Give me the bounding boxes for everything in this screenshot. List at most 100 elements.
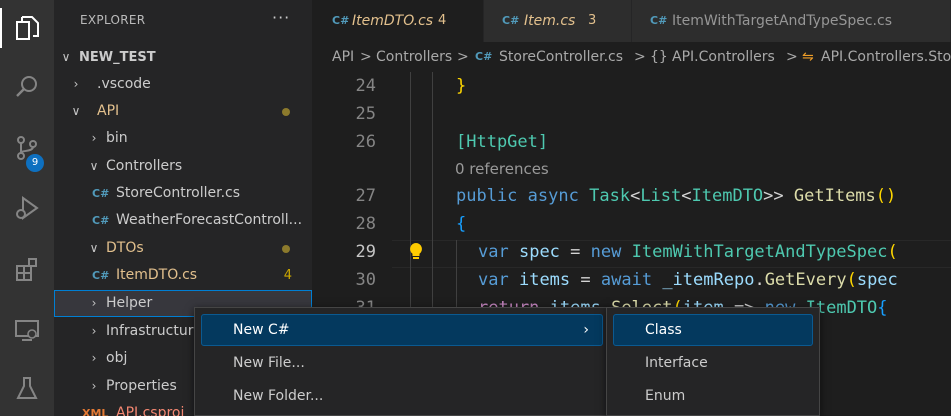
chevron-down-icon: ∨	[71, 104, 81, 118]
tab-itemdto[interactable]: C# ItemDTO.cs 4	[312, 0, 484, 42]
tree-item-label: .vscode	[97, 76, 151, 92]
tab-problem-count: 3	[588, 13, 597, 28]
code-line: var items = await _itemRepo.GetEvery(spe…	[478, 270, 898, 290]
csharp-file-icon: C#	[92, 187, 110, 200]
chevron-right-icon: ›	[91, 296, 97, 310]
csharp-file-icon: C#	[650, 14, 668, 27]
tree-item-label: Helper	[106, 295, 153, 311]
tab-item[interactable]: C# Item.cs 3	[484, 0, 632, 42]
csharp-file-icon: C#	[92, 214, 110, 227]
csharp-file-icon: C#	[92, 269, 110, 282]
problem-count: 4	[283, 268, 292, 283]
xml-file-icon: XML	[82, 407, 109, 416]
chevron-down-icon: ∨	[89, 159, 99, 173]
menu-item-new-file[interactable]: New File...	[201, 347, 603, 379]
tree-item-label: ItemDTO.cs	[116, 267, 198, 283]
extensions-icon[interactable]	[0, 246, 54, 294]
tree-item-api[interactable]: ∨ API	[54, 98, 312, 125]
tree-item-label: obj	[106, 350, 128, 366]
csharp-file-icon: C#	[502, 14, 520, 27]
menu-item-class[interactable]: Class	[613, 314, 813, 346]
search-icon[interactable]	[0, 63, 54, 111]
line-number: 28	[355, 214, 376, 234]
breadcrumb-separator: >	[457, 49, 469, 65]
chevron-right-icon: ›	[91, 351, 97, 365]
tree-item-weatherforecastcontroller[interactable]: C# WeatherForecastControll...	[54, 207, 312, 234]
line-number: 30	[355, 270, 376, 290]
code-line: {	[456, 214, 467, 234]
tree-item-label: Infrastructur	[106, 323, 194, 339]
tab-label: Item.cs	[524, 13, 576, 29]
tree-item-label: DTOs	[106, 240, 144, 256]
tab-problem-count: 4	[438, 13, 447, 28]
line-number: 29	[355, 242, 376, 262]
csharp-file-icon: C#	[332, 14, 350, 27]
tab-label: ItemDTO.cs	[352, 13, 434, 29]
lightbulb-icon[interactable]	[408, 240, 424, 264]
namespace-icon: {}	[650, 49, 668, 65]
menu-item-new-csharp[interactable]: New C# ›	[201, 314, 603, 346]
breadcrumb-item[interactable]: API	[332, 42, 354, 72]
breadcrumb-item[interactable]: Controllers	[376, 42, 452, 72]
breadcrumb-separator: >	[360, 49, 372, 65]
source-control-badge: 9	[26, 154, 44, 172]
menu-item-interface[interactable]: Interface	[613, 347, 813, 379]
line-number: 27	[355, 186, 376, 206]
more-actions-icon[interactable]: ···	[272, 8, 290, 27]
activity-bar: 9	[0, 0, 54, 416]
new-csharp-submenu: Class Interface Enum	[606, 307, 820, 416]
tree-item-label: NEW_TEST	[79, 50, 156, 65]
menu-item-label: New C#	[233, 322, 290, 338]
menu-item-label: Enum	[645, 388, 686, 404]
chevron-down-icon: ∨	[61, 50, 71, 64]
modified-dot	[282, 108, 290, 116]
explorer-context-menu: New C# › New File... New Folder...	[194, 307, 610, 416]
remote-explorer-icon[interactable]	[0, 306, 54, 354]
tree-item-label: StoreController.cs	[116, 185, 241, 201]
chevron-right-icon: ›	[91, 131, 97, 145]
breadcrumb-item[interactable]: StoreController.cs	[499, 42, 623, 72]
menu-item-label: Class	[645, 322, 682, 338]
explorer-icon[interactable]	[0, 4, 54, 52]
tree-item-label: Controllers	[106, 158, 183, 174]
chevron-right-icon: ›	[73, 77, 79, 91]
tree-item-dtos[interactable]: ∨ DTOs	[54, 235, 312, 262]
modified-dot	[282, 245, 290, 253]
tree-item-vscode[interactable]: › .vscode	[54, 71, 312, 98]
menu-item-label: New File...	[233, 355, 305, 371]
source-control-icon[interactable]: 9	[0, 124, 54, 172]
code-line: public async Task<List<ItemDTO>> GetItem…	[456, 186, 897, 206]
menu-item-new-folder[interactable]: New Folder...	[201, 380, 603, 412]
tab-label: ItemWithTargetAndTypeSpec.cs	[672, 13, 892, 29]
chevron-down-icon: ∨	[89, 241, 99, 255]
codelens-references[interactable]: 0 references	[455, 157, 549, 181]
csharp-file-icon: C#	[475, 50, 493, 63]
line-number: 24	[355, 76, 376, 96]
breadcrumb-item[interactable]: API.Controllers.Sto	[821, 42, 951, 72]
class-icon: ⇋	[802, 49, 814, 65]
menu-item-label: New Folder...	[233, 388, 324, 404]
tree-item-label: Properties	[106, 378, 177, 394]
explorer-title: EXPLORER	[80, 13, 146, 27]
testing-icon[interactable]	[0, 364, 54, 412]
tree-item-controllers[interactable]: ∨ Controllers	[54, 153, 312, 180]
breadcrumb: API > Controllers > C# StoreController.c…	[312, 42, 951, 72]
breadcrumb-item[interactable]: API.Controllers	[672, 42, 775, 72]
tree-item-bin[interactable]: › bin	[54, 125, 312, 152]
tree-item-label: WeatherForecastControll...	[116, 212, 303, 228]
explorer-header: EXPLORER ···	[54, 0, 312, 40]
menu-item-enum[interactable]: Enum	[613, 380, 813, 412]
tree-item-itemdto[interactable]: C# ItemDTO.cs 4	[54, 262, 312, 289]
tree-item-storecontroller[interactable]: C# StoreController.cs	[54, 180, 312, 207]
line-number: 26	[355, 132, 376, 152]
tree-item-label: bin	[106, 130, 128, 146]
tab-itemwithtargetandtypespec[interactable]: C# ItemWithTargetAndTypeSpec.cs	[632, 0, 951, 42]
tree-item-root[interactable]: ∨ NEW_TEST	[54, 44, 312, 71]
breadcrumb-separator: >	[786, 49, 798, 65]
code-line: [HttpGet]	[456, 132, 549, 152]
code-line: }	[456, 76, 467, 96]
line-number: 25	[355, 104, 376, 124]
chevron-right-icon: ›	[91, 379, 97, 393]
menu-item-label: Interface	[645, 355, 708, 371]
run-debug-icon[interactable]	[0, 184, 54, 232]
